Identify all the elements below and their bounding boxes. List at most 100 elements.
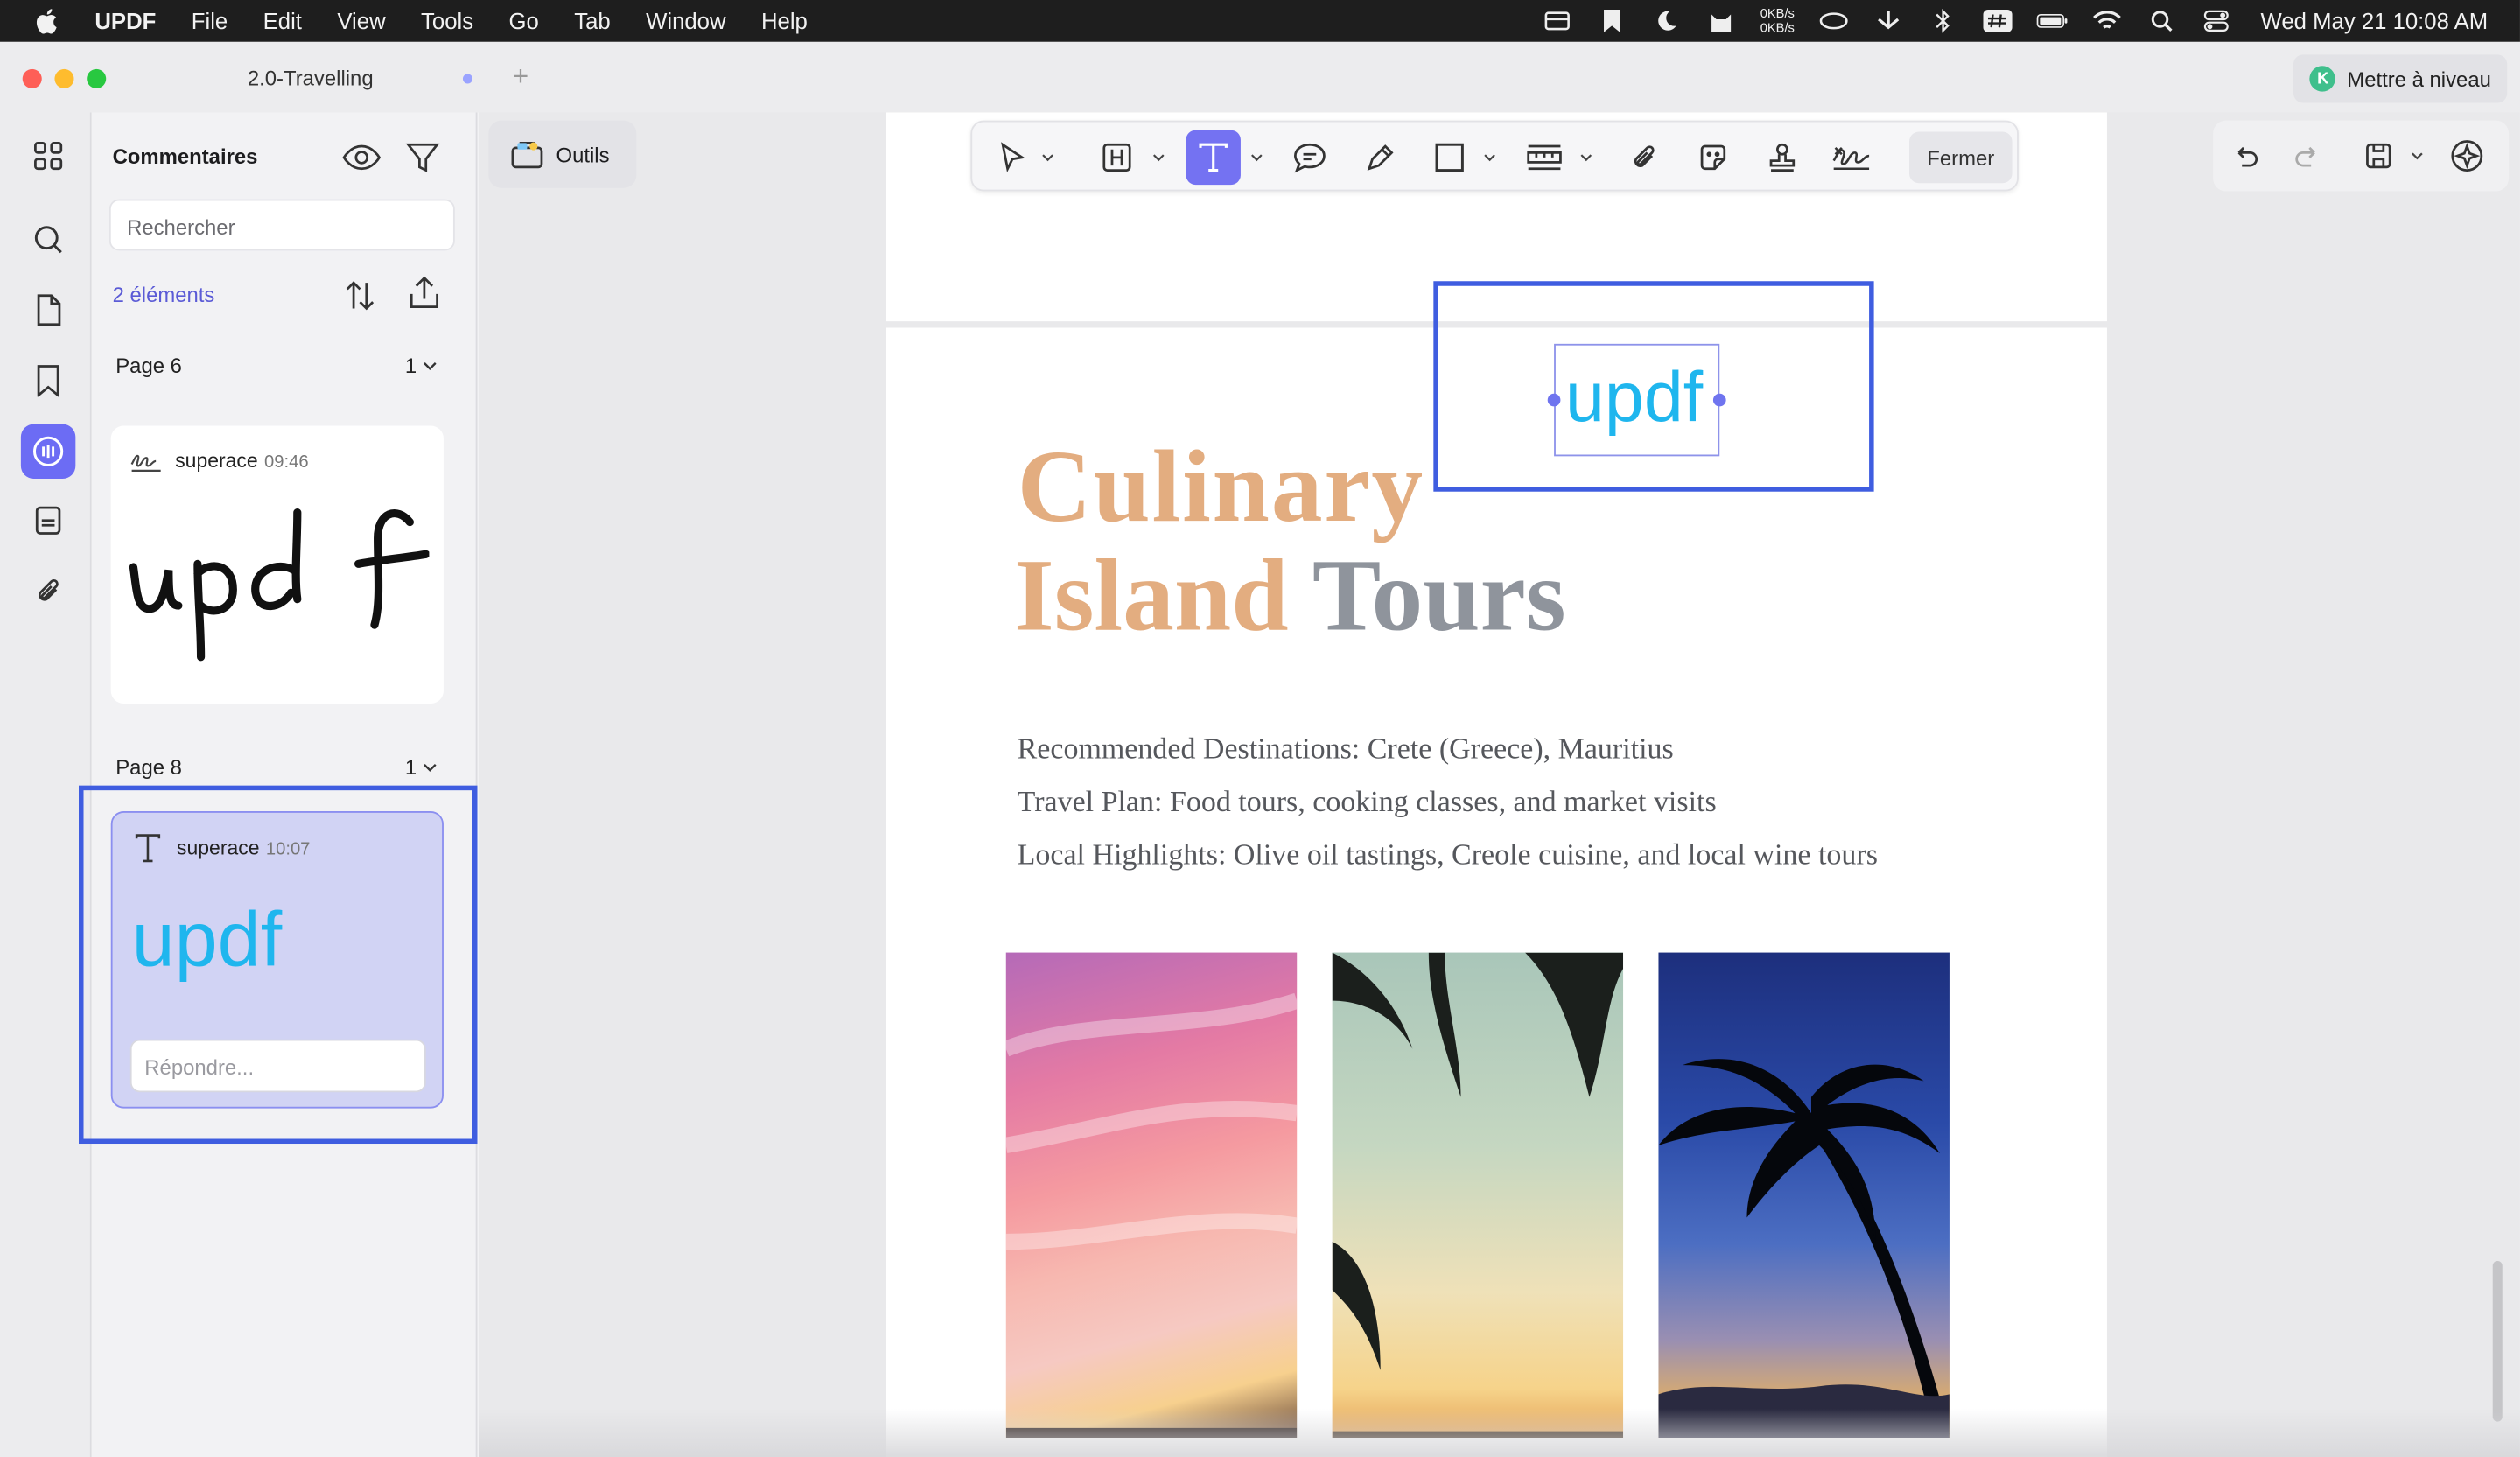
save-icon[interactable] [2357,135,2399,177]
page-group-count[interactable]: 1 [405,354,437,377]
signature-image [129,508,430,662]
text-annotation-content: updf [1564,358,1704,438]
right-toolbar [2213,120,2510,192]
resize-handle-left[interactable] [1547,393,1561,407]
upgrade-label: Mettre à niveau [2347,67,2491,91]
moon-icon[interactable] [1651,8,1684,33]
minimize-window-button[interactable] [54,68,74,88]
pages-icon[interactable] [25,288,70,333]
resize-handle-right[interactable] [1712,393,1726,407]
document-view: Outils Culinary Island Tours Recommended… [479,112,2520,1457]
attachment-icon[interactable] [25,569,70,613]
redo-icon[interactable] [2287,135,2329,177]
ai-assistant-icon[interactable] [2446,135,2488,177]
menu-edit[interactable]: Edit [263,8,302,33]
text-annotation[interactable]: updf [1554,343,1720,457]
cat-icon[interactable] [1705,8,1738,33]
chevron-down-icon[interactable] [1041,151,1054,165]
menu-bar: UPDF File Edit View Tools Go Tab Window … [0,0,2520,42]
outils-button[interactable]: Outils [488,120,637,188]
search-icon[interactable] [25,217,70,262]
title-bar: 2.0-Travelling + K Mettre à niveau [0,45,2520,113]
page-group-count[interactable]: 1 [405,755,437,779]
form-icon[interactable] [25,498,70,543]
text-tool-icon[interactable] [1186,130,1241,186]
comment-meta: superace 09:46 [175,450,308,473]
attachment-tool-icon[interactable] [1623,137,1665,179]
doc-text-line: Recommended Destinations: Crete (Greece)… [1017,733,1674,767]
sunset-photo [1005,952,1298,1438]
menu-window[interactable]: Window [646,8,725,33]
toolbox-icon [511,142,543,169]
chevron-down-icon[interactable] [1152,151,1166,165]
select-tool-icon[interactable] [991,137,1033,179]
signature-icon [130,445,163,477]
chevron-down-icon[interactable] [1579,151,1592,165]
signature-tool-icon[interactable] [1830,137,1872,179]
chevron-down-icon[interactable] [1483,151,1496,165]
document-tab[interactable]: 2.0-Travelling [248,66,374,90]
vertical-scrollbar[interactable] [2492,1261,2502,1422]
chevron-down-icon [423,362,437,370]
close-window-button[interactable] [22,68,42,88]
bottom-shadow [479,1408,2520,1457]
window-controls [22,68,107,88]
comment-bubble-icon[interactable] [1289,137,1331,179]
comment-icon[interactable] [20,424,76,480]
zoom-window-button[interactable] [87,68,107,88]
battery-icon[interactable] [2035,8,2068,33]
menu-tools[interactable]: Tools [421,8,473,33]
fermer-button[interactable]: Fermer [1908,131,2012,184]
menu-app-name[interactable]: UPDF [94,8,156,33]
hash-icon[interactable] [1981,8,2013,33]
menu-view[interactable]: View [337,8,385,33]
doc-title-line2: Island Tours [1014,536,1566,655]
menu-tab[interactable]: Tab [574,8,610,33]
sticker-tool-icon[interactable] [1692,137,1734,179]
upgrade-button[interactable]: K Mettre à niveau [2293,54,2508,103]
control-center-icon[interactable] [2200,8,2232,33]
pdf-page: Culinary Island Tours Recommended Destin… [886,281,2107,1457]
new-tab-button[interactable]: + [513,61,528,94]
pen-tool-icon[interactable] [1360,137,1402,179]
highlight-tool-icon[interactable] [1096,137,1138,179]
measure-tool-icon[interactable] [1523,137,1565,179]
bookmark-icon[interactable] [25,358,70,403]
grid-icon[interactable] [25,133,70,178]
account-avatar: K [2310,66,2336,92]
doc-title-tours: Tours [1312,537,1566,653]
film-icon[interactable] [1542,8,1574,33]
shape-tool-icon[interactable] [1429,137,1471,179]
menu-file[interactable]: File [192,8,228,33]
page-group-label: Page 6 [116,353,182,378]
stamp-tool-icon[interactable] [1761,137,1803,179]
page-group-label: Page 8 [116,754,182,780]
search-input[interactable]: Rechercher [108,199,455,251]
comment-time: 09:46 [264,452,309,473]
export-icon[interactable] [407,273,445,312]
comment-card[interactable]: superace 09:46 [110,425,444,704]
filter-icon[interactable] [405,138,444,177]
bookmark-app-icon[interactable] [1596,8,1628,33]
highlight-box [78,785,478,1145]
menu-go[interactable]: Go [508,8,538,33]
spotlight-icon[interactable] [2145,8,2177,33]
drive-icon[interactable] [1817,8,1850,33]
sort-icon[interactable] [342,277,381,315]
unsaved-dot-icon [462,74,472,84]
doc-text-line: Local Highlights: Olive oil tastings, Cr… [1017,840,1878,872]
download-tray-icon[interactable] [1872,8,1904,33]
palm-night-photo [1658,952,1950,1438]
menu-help[interactable]: Help [761,8,808,33]
chevron-down-icon[interactable] [2411,150,2424,163]
app-window: 2.0-Travelling + K Mettre à niveau Comme… [0,45,2520,1457]
menubar-clock[interactable]: Wed May 21 10:08 AM [2261,8,2488,33]
bluetooth-icon[interactable] [1927,8,1959,33]
apple-icon[interactable] [35,6,60,35]
undo-icon[interactable] [2224,135,2266,177]
eye-icon[interactable] [340,138,382,177]
chevron-down-icon[interactable] [1250,151,1264,165]
panel-title: Commentaires [112,144,258,169]
wifi-icon[interactable] [2090,8,2123,33]
doc-title-line1: Culinary [1017,429,1425,543]
